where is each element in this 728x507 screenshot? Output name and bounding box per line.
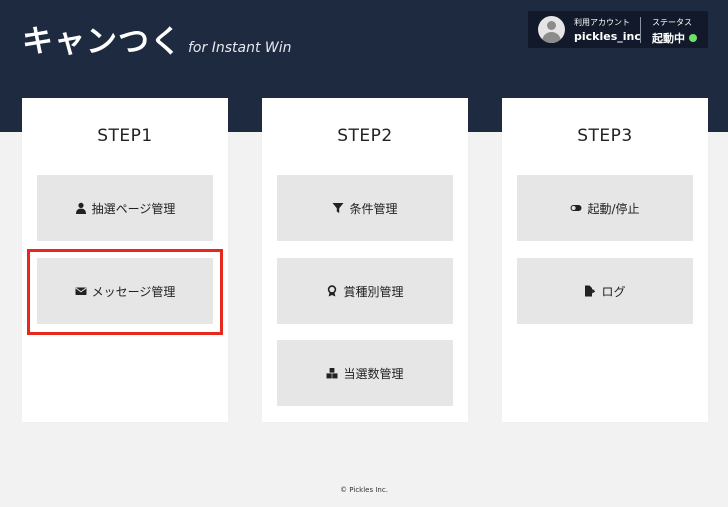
log-button[interactable]: ログ (517, 258, 693, 324)
logo-sub-text: for Instant Win (188, 40, 292, 56)
winner-count-management-button[interactable]: 当選数管理 (277, 340, 453, 406)
status-value: 起動中 (652, 30, 697, 46)
prize-type-management-button[interactable]: 賞種別管理 (277, 258, 453, 324)
user-icon (75, 202, 87, 214)
logo-main-text: キャンつく (22, 24, 182, 60)
filter-icon (332, 202, 344, 214)
footer-copyright: © Pickles Inc. (340, 486, 388, 494)
file-export-icon (584, 285, 596, 297)
award-icon (326, 285, 338, 297)
toggle-icon (570, 202, 582, 214)
account-status-panel: 利用アカウント pickles_inc ステータス 起動中 (528, 11, 708, 48)
envelope-icon (75, 285, 87, 297)
step3-title: STEP3 (577, 126, 633, 146)
winner-count-management-label: 当選数管理 (343, 366, 404, 381)
start-stop-button[interactable]: 起動/停止 (517, 175, 693, 241)
account-name[interactable]: pickles_inc (574, 30, 641, 43)
status-text: 起動中 (652, 32, 685, 45)
step1-card: STEP1 抽選ページ管理 メッセージ管理 (22, 98, 228, 422)
condition-management-button[interactable]: 条件管理 (277, 175, 453, 241)
message-management-label: メッセージ管理 (91, 284, 176, 299)
lottery-page-management-button[interactable]: 抽選ページ管理 (37, 175, 213, 241)
account-divider (640, 17, 641, 43)
message-management-button[interactable]: メッセージ管理 (37, 258, 213, 324)
app-logo[interactable]: キャンつく for Instant Win (22, 16, 291, 61)
condition-management-label: 条件管理 (349, 201, 398, 216)
avatar-icon[interactable] (538, 16, 565, 43)
boxes-icon (326, 367, 338, 379)
step2-card: STEP2 条件管理 賞種別管理 当選数管理 (262, 98, 468, 422)
lottery-page-management-label: 抽選ページ管理 (91, 201, 176, 216)
step3-card: STEP3 起動/停止 ログ (502, 98, 708, 422)
prize-type-management-label: 賞種別管理 (343, 284, 404, 299)
start-stop-label: 起動/停止 (587, 201, 640, 216)
step2-title: STEP2 (337, 126, 393, 146)
account-label: 利用アカウント (574, 18, 630, 27)
log-label: ログ (601, 284, 626, 299)
step1-title: STEP1 (97, 126, 153, 146)
status-label: ステータス (652, 18, 692, 27)
status-indicator-icon (689, 34, 697, 42)
